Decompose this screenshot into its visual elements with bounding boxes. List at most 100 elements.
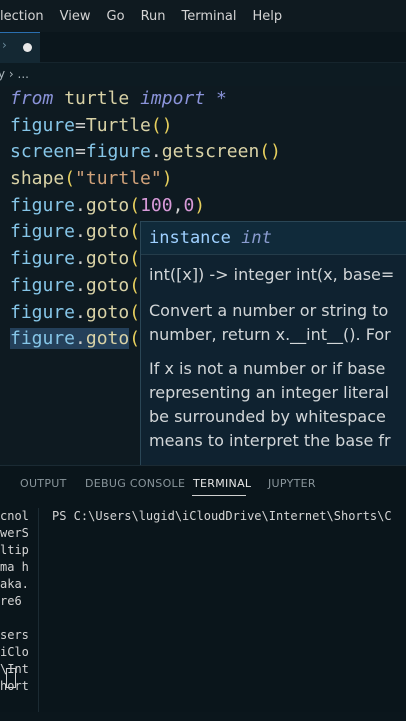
code-token: *: [215, 88, 227, 109]
code-token: (: [129, 248, 141, 270]
code-token: goto: [85, 221, 130, 243]
code-token: getscreen: [161, 141, 260, 163]
code-line[interactable]: from turtle import *: [10, 86, 281, 113]
tab-file-icon: ›: [2, 38, 7, 52]
hover-para1-line2: number, return x.__int__(). For: [149, 325, 391, 344]
code-token: import: [140, 88, 206, 109]
code-line[interactable]: figure=Turtle(): [10, 113, 281, 140]
hover-signature: int([x]) -> integer int(x, base=: [149, 265, 395, 284]
code-token: ): [194, 194, 206, 216]
hover-paragraph-2: If x is not a number or if base represen…: [149, 357, 406, 453]
tab-output[interactable]: OUTPUT: [20, 477, 67, 490]
hover-body: int([x]) -> integer int(x, base= Convert…: [141, 255, 406, 468]
terminal-side-line: cnol: [0, 509, 29, 523]
code-token: figure: [85, 141, 151, 163]
terminal-side-line: aka.: [0, 577, 29, 591]
code-token: figure: [10, 114, 76, 136]
code-token: .: [75, 301, 86, 323]
tab-terminal[interactable]: TERMINAL: [193, 477, 251, 490]
code-token: figure: [10, 274, 76, 296]
code-line[interactable]: screen=figure.getscreen(): [10, 139, 281, 166]
code-token: =: [75, 114, 86, 136]
menu-help[interactable]: Help: [252, 9, 282, 24]
code-token: "turtle": [75, 168, 162, 190]
menu-view[interactable]: View: [60, 9, 91, 24]
code-token: ,: [172, 194, 184, 216]
code-token: .: [75, 248, 86, 270]
hover-header: instance int: [141, 222, 406, 255]
code-token: ): [161, 168, 173, 190]
code-line[interactable]: figure.goto(100,0): [10, 193, 281, 220]
hover-tooltip: instance int int([x]) -> integer int(x, …: [140, 221, 406, 469]
editor-tab-active[interactable]: ›: [0, 32, 40, 63]
hover-para2-line3: be surrounded by whitespace: [149, 407, 386, 426]
hover-para2-line1: If x is not a number or if base: [149, 359, 386, 378]
menu-terminal[interactable]: Terminal: [182, 9, 237, 24]
code-token: (): [259, 141, 281, 163]
code-token: figure: [10, 194, 76, 216]
code-token: (: [64, 168, 76, 190]
code-token: figure: [10, 301, 76, 323]
breadcrumb[interactable]: y › ...: [0, 64, 406, 84]
code-token: (: [129, 194, 141, 216]
code-token: figure: [10, 328, 76, 350]
code-token: goto: [85, 328, 130, 350]
code-token: figure: [10, 248, 76, 270]
hover-para1-line1: Convert a number or string to: [149, 301, 389, 320]
terminal-prompt[interactable]: PS C:\Users\lugid\iCloudDrive\Internet\S…: [52, 508, 392, 525]
code-token: figure: [10, 221, 76, 243]
menu-go[interactable]: Go: [107, 9, 125, 24]
code-token: .: [75, 194, 86, 216]
code-token: .: [75, 274, 86, 296]
code-token: goto: [85, 301, 130, 323]
terminal-side-line: iClo: [0, 645, 29, 659]
terminal-side-line: re6: [0, 594, 22, 608]
terminal[interactable]: cnol werS ltip ma h aka. re6 sers iClo \Int hort…: [0, 508, 406, 720]
tab-jupyter[interactable]: JUPYTER: [268, 477, 316, 490]
code-token: turtle: [64, 88, 130, 109]
code-token: .: [75, 221, 86, 243]
hover-para2-line4: means to interpret the base fr: [149, 431, 391, 450]
terminal-side-line: ltip: [0, 543, 29, 557]
code-token: from: [10, 88, 54, 109]
active-tab-indicator: [192, 495, 246, 496]
hover-paragraph-1: Convert a number or string to number, re…: [149, 299, 406, 347]
code-token: shape: [10, 168, 65, 190]
terminal-divider[interactable]: [38, 508, 39, 720]
hover-header-kind: instance: [149, 228, 231, 248]
status-bar: [0, 712, 406, 720]
menu-run[interactable]: Run: [141, 9, 166, 24]
code-token: =: [75, 141, 86, 163]
code-token: goto: [85, 194, 130, 216]
terminal-side-line: werS: [0, 526, 29, 540]
terminal-side-line: sers: [0, 628, 29, 642]
terminal-side-output: cnol werS ltip ma h aka. re6 sers iClo \Int hort: [0, 508, 30, 695]
terminal-cursor: [6, 668, 16, 688]
code-token: Turtle: [85, 114, 151, 136]
code-token: (: [129, 301, 141, 323]
breadcrumb-text[interactable]: y › ...: [0, 67, 29, 81]
editor-tab-bar: ›: [0, 32, 406, 63]
code-token: (: [129, 221, 141, 243]
code-token: goto: [85, 248, 130, 270]
code-token: (: [129, 274, 141, 296]
terminal-side-line: [0, 610, 30, 627]
code-token: (: [129, 328, 141, 350]
code-token: screen: [10, 141, 76, 163]
menu-selection[interactable]: election: [0, 9, 44, 24]
hover-header-type: int: [241, 228, 272, 248]
code-token: 100: [140, 194, 173, 216]
unsaved-dot-icon[interactable]: [23, 43, 32, 52]
tab-debug-console[interactable]: DEBUG CONSOLE: [85, 477, 185, 490]
bottom-panel: OUTPUT DEBUG CONSOLE TERMINAL JUPYTER cn…: [0, 465, 406, 721]
code-line[interactable]: shape("turtle"): [10, 166, 281, 193]
code-token: goto: [85, 274, 130, 296]
code-token: .: [75, 328, 86, 350]
panel-tabs: OUTPUT DEBUG CONSOLE TERMINAL JUPYTER: [0, 466, 406, 500]
code-token: (): [150, 114, 173, 136]
code-token: .: [150, 141, 162, 163]
hover-para2-line2: representing an integer literal: [149, 383, 389, 402]
